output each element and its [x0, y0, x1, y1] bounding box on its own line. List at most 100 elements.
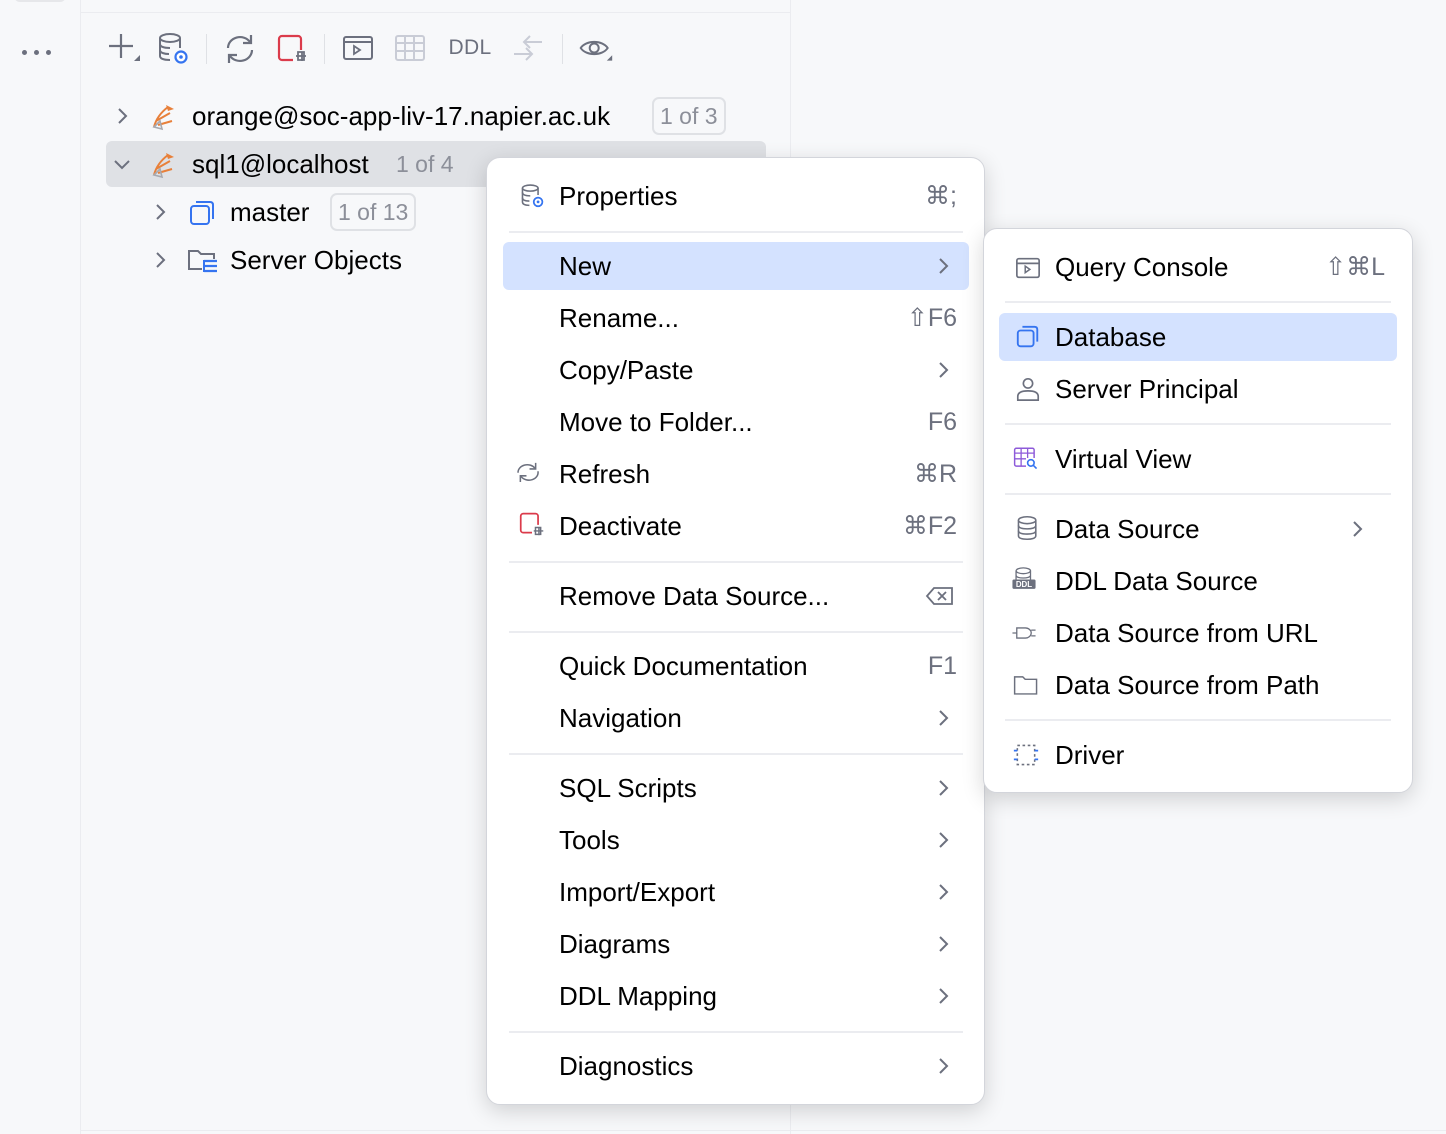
- menu-item-diagrams[interactable]: Diagrams: [503, 920, 969, 968]
- menu-item-label: Tools: [559, 824, 620, 855]
- menu-item-import-export[interactable]: Import/Export: [503, 868, 969, 916]
- database-icon: [1016, 325, 1039, 348]
- database-icon: [190, 201, 214, 225]
- submenu-item-server-principal[interactable]: Server Principal: [999, 365, 1397, 413]
- tree-row-master[interactable]: master 1 of 13: [144, 189, 474, 235]
- server-objects-folder-icon: [188, 250, 218, 273]
- folder-icon: [1013, 676, 1038, 695]
- data-source-icon: [1017, 515, 1037, 541]
- tool-window-strip: [0, 0, 81, 1134]
- tool-window-tab[interactable]: [14, 0, 66, 2]
- chevron-right-icon: [939, 1058, 949, 1074]
- more-options-icon[interactable]: [22, 42, 58, 62]
- tree-item-label: Server Objects: [230, 244, 402, 275]
- driver-icon: [1013, 744, 1039, 766]
- explorer-toolbar: DDL: [104, 28, 624, 68]
- menu-item-deactivate[interactable]: Deactivate ⌘F2: [503, 502, 969, 550]
- submenu-item-data-source[interactable]: Data Source: [999, 505, 1397, 553]
- context-menu: Properties ⌘; New Rename... ⇧F6 Copy/Pas…: [486, 157, 985, 1105]
- menu-item-shortcut: ⇧F6: [906, 304, 957, 332]
- tree-row-server-objects[interactable]: Server Objects: [144, 237, 474, 283]
- menu-item-label: Database: [1055, 321, 1167, 352]
- menu-item-shortcut: ⇧⌘L: [1325, 253, 1385, 281]
- tree-item-label: master: [230, 196, 310, 227]
- menu-item-shortcut: ⌘R: [913, 460, 957, 488]
- menu-item-shortcut: ⌘F2: [902, 512, 957, 540]
- chevron-right-icon: [939, 884, 949, 900]
- ddl-data-source-icon: DDL: [1012, 567, 1036, 589]
- menu-item-sql-scripts[interactable]: SQL Scripts: [503, 764, 969, 812]
- menu-item-rename[interactable]: Rename... ⇧F6: [503, 294, 969, 342]
- backspace-key-icon: [925, 587, 953, 605]
- tree-item-badge: 1 of 4: [388, 145, 462, 183]
- menu-item-move-to-folder[interactable]: Move to Folder... F6: [503, 398, 969, 446]
- divider: [81, 12, 790, 13]
- chevron-right-icon[interactable]: [112, 106, 132, 126]
- refresh-icon: [517, 462, 539, 482]
- chevron-right-icon: [1353, 521, 1363, 537]
- compare-icon[interactable]: [510, 28, 546, 68]
- menu-item-label: Properties: [559, 180, 678, 211]
- sql-server-icon: [152, 153, 174, 179]
- chevron-down-icon[interactable]: [112, 154, 132, 174]
- menu-item-label: Driver: [1055, 739, 1125, 770]
- menu-item-properties[interactable]: Properties ⌘;: [503, 172, 969, 220]
- menu-item-label: Quick Documentation: [559, 650, 808, 681]
- menu-item-label: DDL Mapping: [559, 980, 718, 1011]
- chevron-right-icon: [939, 832, 949, 848]
- menu-item-label: Server Principal: [1055, 373, 1239, 404]
- chevron-right-icon[interactable]: [150, 250, 170, 270]
- query-console-icon[interactable]: [340, 28, 376, 68]
- menu-item-copy-paste[interactable]: Copy/Paste: [503, 346, 969, 394]
- menu-item-diagnostics[interactable]: Diagnostics: [503, 1042, 969, 1090]
- menu-item-quick-documentation[interactable]: Quick Documentation F1: [503, 642, 969, 690]
- query-console-icon: [1016, 257, 1040, 279]
- menu-item-label: DDL Data Source: [1055, 565, 1258, 596]
- table-editor-icon[interactable]: [392, 28, 428, 68]
- menu-item-label: Import/Export: [559, 876, 716, 907]
- submenu-item-database[interactable]: Database: [999, 313, 1397, 361]
- submenu-item-virtual-view[interactable]: Virtual View: [999, 435, 1397, 483]
- menu-item-label: Diagnostics: [559, 1050, 694, 1081]
- add-icon[interactable]: [104, 28, 140, 68]
- chevron-right-icon: [939, 988, 949, 1004]
- menu-item-label: Navigation: [559, 702, 682, 733]
- chevron-right-icon: [939, 362, 949, 378]
- menu-item-shortcut: F1: [927, 651, 957, 680]
- new-submenu: Query Console ⇧⌘L Database Server Princi…: [983, 228, 1413, 793]
- submenu-item-ddl-data-source[interactable]: DDL DDL Data Source: [999, 557, 1397, 605]
- user-icon: [1016, 377, 1040, 401]
- menu-item-refresh[interactable]: Refresh ⌘R: [503, 450, 969, 498]
- menu-item-new[interactable]: New: [503, 242, 969, 290]
- menu-item-label: Data Source: [1055, 513, 1200, 544]
- properties-icon: [521, 184, 544, 208]
- chevron-right-icon: [939, 258, 949, 274]
- chevron-right-icon: [939, 936, 949, 952]
- menu-item-label: Rename...: [559, 302, 679, 333]
- menu-item-shortcut: F6: [927, 407, 957, 436]
- divider: [81, 1130, 1446, 1131]
- menu-item-label: Query Console: [1055, 251, 1229, 282]
- chevron-right-icon[interactable]: [150, 202, 170, 222]
- tree-item-label: sql1@localhost: [192, 148, 369, 179]
- menu-item-tools[interactable]: Tools: [503, 816, 969, 864]
- menu-item-navigation[interactable]: Navigation: [503, 694, 969, 742]
- menu-item-ddl-mapping[interactable]: DDL Mapping: [503, 972, 969, 1020]
- submenu-item-query-console[interactable]: Query Console ⇧⌘L: [999, 243, 1397, 291]
- chevron-right-icon: [939, 710, 949, 726]
- submenu-item-data-source-from-path[interactable]: Data Source from Path: [999, 661, 1397, 709]
- menu-item-label: SQL Scripts: [559, 772, 697, 803]
- menu-item-label: Remove Data Source...: [559, 580, 830, 611]
- menu-item-label: Data Source from Path: [1055, 669, 1320, 700]
- refresh-icon[interactable]: [222, 28, 258, 68]
- menu-item-remove-data-source[interactable]: Remove Data Source...: [503, 572, 969, 620]
- data-source-properties-icon[interactable]: [156, 28, 192, 68]
- menu-item-label: Deactivate: [559, 510, 682, 541]
- submenu-item-driver[interactable]: Driver: [999, 731, 1397, 779]
- ddl-button[interactable]: DDL: [442, 28, 498, 68]
- submenu-item-data-source-from-url[interactable]: Data Source from URL: [999, 609, 1397, 657]
- tree-row-orange[interactable]: orange@soc-app-liv-17.napier.ac.uk 1 of …: [106, 93, 766, 139]
- deactivate-icon[interactable]: [276, 28, 312, 68]
- plug-icon: [1012, 627, 1036, 639]
- view-options-icon[interactable]: [578, 28, 614, 68]
